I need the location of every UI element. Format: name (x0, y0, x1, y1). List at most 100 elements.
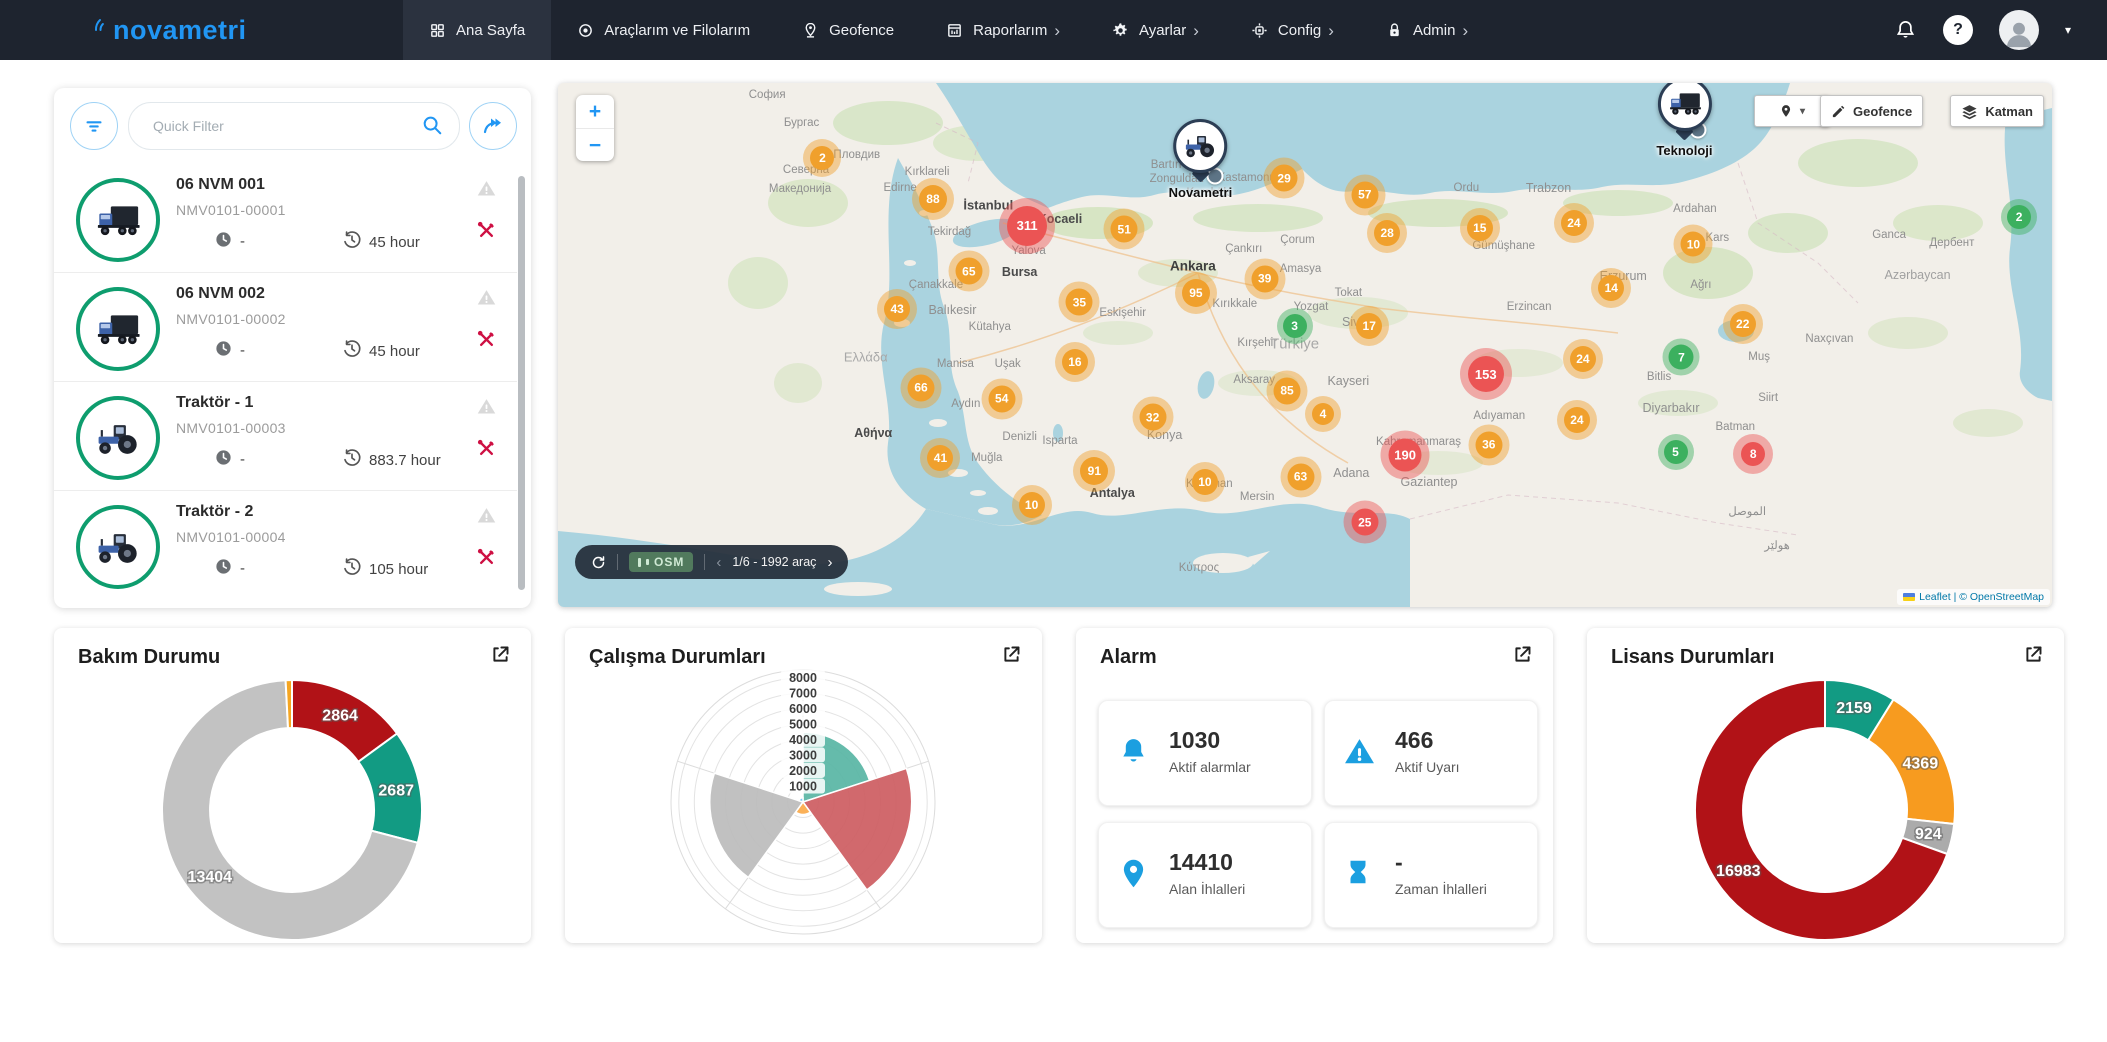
marker-style-dropdown[interactable]: ▾ (1754, 95, 1830, 127)
alarm-tile-zaman-i̇hlalleri: -Zaman İhlalleri (1324, 822, 1538, 928)
search-icon[interactable] (421, 114, 443, 141)
vehicle-cluster-marker[interactable]: 15 (1467, 215, 1493, 241)
user-menu-chevron-down-icon[interactable]: ▾ (2065, 23, 2071, 37)
geofence-draw-button[interactable]: Geofence (1820, 95, 1923, 127)
user-avatar[interactable] (1999, 10, 2039, 50)
map-container[interactable]: СофияБургасПловдивСевернаМакедонијаKırkl… (558, 83, 2052, 607)
vehicle-cluster-marker[interactable]: 66 (908, 374, 935, 401)
quick-filter-input[interactable] (151, 104, 415, 148)
vehicle-cluster-marker[interactable]: 14 (1598, 275, 1624, 301)
vehicle-cluster-marker[interactable]: 2 (810, 146, 834, 170)
vehicle-row-traktör---2[interactable]: Traktör - 2NMV0101-00004-105 hour (54, 491, 517, 599)
nav-item-raporlarım[interactable]: Raporlarım› (920, 0, 1086, 60)
vehicle-cluster-marker[interactable]: 65 (955, 258, 982, 285)
warning-icon[interactable] (476, 178, 497, 204)
history-icon (342, 448, 362, 472)
zoom-in-button[interactable]: + (576, 95, 614, 129)
page-prev-icon[interactable]: ‹ (716, 554, 721, 571)
nav-item-config[interactable]: Config› (1225, 0, 1360, 60)
vehicle-cluster-marker[interactable]: 4 (1312, 403, 1334, 425)
refresh-icon[interactable] (591, 555, 606, 570)
maintenance-tools-icon[interactable] (476, 220, 497, 246)
cluster-count: 91 (1088, 464, 1101, 478)
vehicle-cluster-marker[interactable]: 57 (1351, 181, 1378, 208)
vehicle-cluster-marker[interactable]: 39 (1251, 265, 1278, 292)
vehicle-cluster-marker[interactable]: 311 (1007, 206, 1047, 246)
vehicle-cluster-marker[interactable]: 88 (919, 185, 947, 213)
external-link-icon[interactable] (1512, 644, 1533, 670)
vehicle-cluster-marker[interactable]: 16 (1062, 349, 1088, 375)
vehicle-cluster-marker[interactable]: 54 (988, 385, 1015, 412)
vehicle-cluster-marker[interactable]: 10 (1192, 469, 1218, 495)
vehicle-cluster-marker[interactable]: 8 (1741, 442, 1765, 466)
vehicle-cluster-marker[interactable]: 35 (1066, 289, 1093, 316)
vehicle-row-06-nvm-002[interactable]: 06 NVM 002NMV0101-00002-45 hour (54, 273, 517, 382)
warning-icon[interactable] (476, 287, 497, 313)
vehicle-cluster-marker[interactable]: 25 (1351, 509, 1378, 536)
cluster-count: 311 (1017, 218, 1038, 233)
vehicle-hours-stat: 45 hour (342, 339, 420, 363)
vehicle-row-06-nvm-001[interactable]: 06 NVM 001NMV0101-00001-45 hour (54, 164, 517, 273)
vehicle-cluster-marker[interactable]: 7 (1669, 345, 1694, 370)
vehicle-cluster-marker[interactable]: 10 (1019, 492, 1045, 518)
maintenance-tools-icon[interactable] (476, 547, 497, 573)
map-attribution[interactable]: Leaflet | © OpenStreetMap (1897, 589, 2050, 605)
vehicle-cluster-marker[interactable]: 24 (1561, 210, 1587, 236)
vehicle-cluster-marker[interactable]: 22 (1730, 311, 1756, 337)
vehicle-idle-stat: - (214, 557, 245, 580)
nav-item-araçlarım-ve-filolarım[interactable]: Araçlarım ve Filolarım (551, 0, 776, 60)
vehicle-cluster-marker[interactable]: 24 (1564, 407, 1590, 433)
vehicle-cluster-marker[interactable]: 153 (1468, 356, 1504, 392)
osm-layer-badge[interactable]: OSM (629, 552, 693, 572)
vehicle-cluster-marker[interactable]: 29 (1271, 165, 1298, 192)
external-link-icon[interactable] (490, 644, 511, 670)
vehicle-cluster-marker[interactable]: 190 (1389, 439, 1422, 472)
external-link-icon[interactable] (2023, 644, 2044, 670)
send-to-map-button[interactable] (469, 102, 517, 150)
notifications-bell-icon[interactable] (1894, 19, 1917, 42)
help-button[interactable]: ? (1943, 15, 1973, 45)
cluster-count: 65 (962, 264, 975, 278)
nav-item-ayarlar[interactable]: Ayarlar› (1086, 0, 1225, 60)
vehicle-name: Traktör - 1 (176, 394, 253, 412)
vehicle-cluster-marker[interactable]: 24 (1570, 346, 1596, 372)
vehicle-cluster-marker[interactable]: 5 (1664, 440, 1688, 464)
nav-item-geofence[interactable]: Geofence (776, 0, 920, 60)
nav-item-ana-sayfa[interactable]: Ana Sayfa (403, 0, 551, 60)
vehicle-cluster-marker[interactable]: 95 (1182, 279, 1210, 307)
cluster-count: 85 (1280, 384, 1293, 398)
vehicle-cluster-marker[interactable]: 3 (1283, 314, 1307, 338)
maintenance-tools-icon[interactable] (476, 438, 497, 464)
cluster-count: 36 (1482, 438, 1495, 452)
vehicle-cluster-marker[interactable]: 43 (884, 296, 910, 322)
alarm-tile-alan-i̇hlalleri: 14410Alan İhlalleri (1098, 822, 1312, 928)
vehicle-cluster-marker[interactable]: 36 (1475, 431, 1502, 458)
filter-button[interactable] (70, 102, 118, 150)
warning-icon[interactable] (476, 396, 497, 422)
cluster-count: 24 (1570, 413, 1583, 427)
vehicle-cluster-marker[interactable]: 91 (1080, 457, 1108, 485)
vehicle-pin-novametri[interactable]: Novametri (1169, 119, 1233, 200)
vehicle-cluster-marker[interactable]: 85 (1274, 377, 1301, 404)
polar-segment[interactable] (799, 798, 803, 802)
vehicle-cluster-marker[interactable]: 32 (1139, 404, 1166, 431)
vehicle-cluster-marker[interactable]: 17 (1356, 313, 1382, 339)
cluster-count: 25 (1358, 515, 1371, 529)
vehicle-row-traktör---1[interactable]: Traktör - 1NMV0101-00003-883.7 hour (54, 382, 517, 491)
nav-item-admin[interactable]: Admin› (1360, 0, 1494, 60)
vehicle-pin-teknoloji[interactable]: Teknoloji (1656, 83, 1712, 158)
vehicle-cluster-marker[interactable]: 28 (1374, 220, 1400, 246)
page-next-icon[interactable]: › (827, 554, 832, 571)
warning-icon[interactable] (476, 505, 497, 531)
vehicle-list-scrollbar[interactable] (518, 176, 525, 590)
vehicle-cluster-marker[interactable]: 2 (2007, 205, 2031, 229)
app-logo[interactable]: novametri (94, 0, 247, 60)
tile-label: Aktif alarmlar (1169, 759, 1251, 775)
vehicle-cluster-marker[interactable]: 51 (1111, 216, 1138, 243)
vehicle-cluster-marker[interactable]: 10 (1681, 232, 1706, 257)
vehicle-cluster-marker[interactable]: 41 (927, 445, 953, 471)
layers-button[interactable]: Katman (1950, 95, 2044, 127)
zoom-out-button[interactable]: − (576, 129, 614, 161)
vehicle-cluster-marker[interactable]: 63 (1287, 463, 1314, 490)
maintenance-tools-icon[interactable] (476, 329, 497, 355)
